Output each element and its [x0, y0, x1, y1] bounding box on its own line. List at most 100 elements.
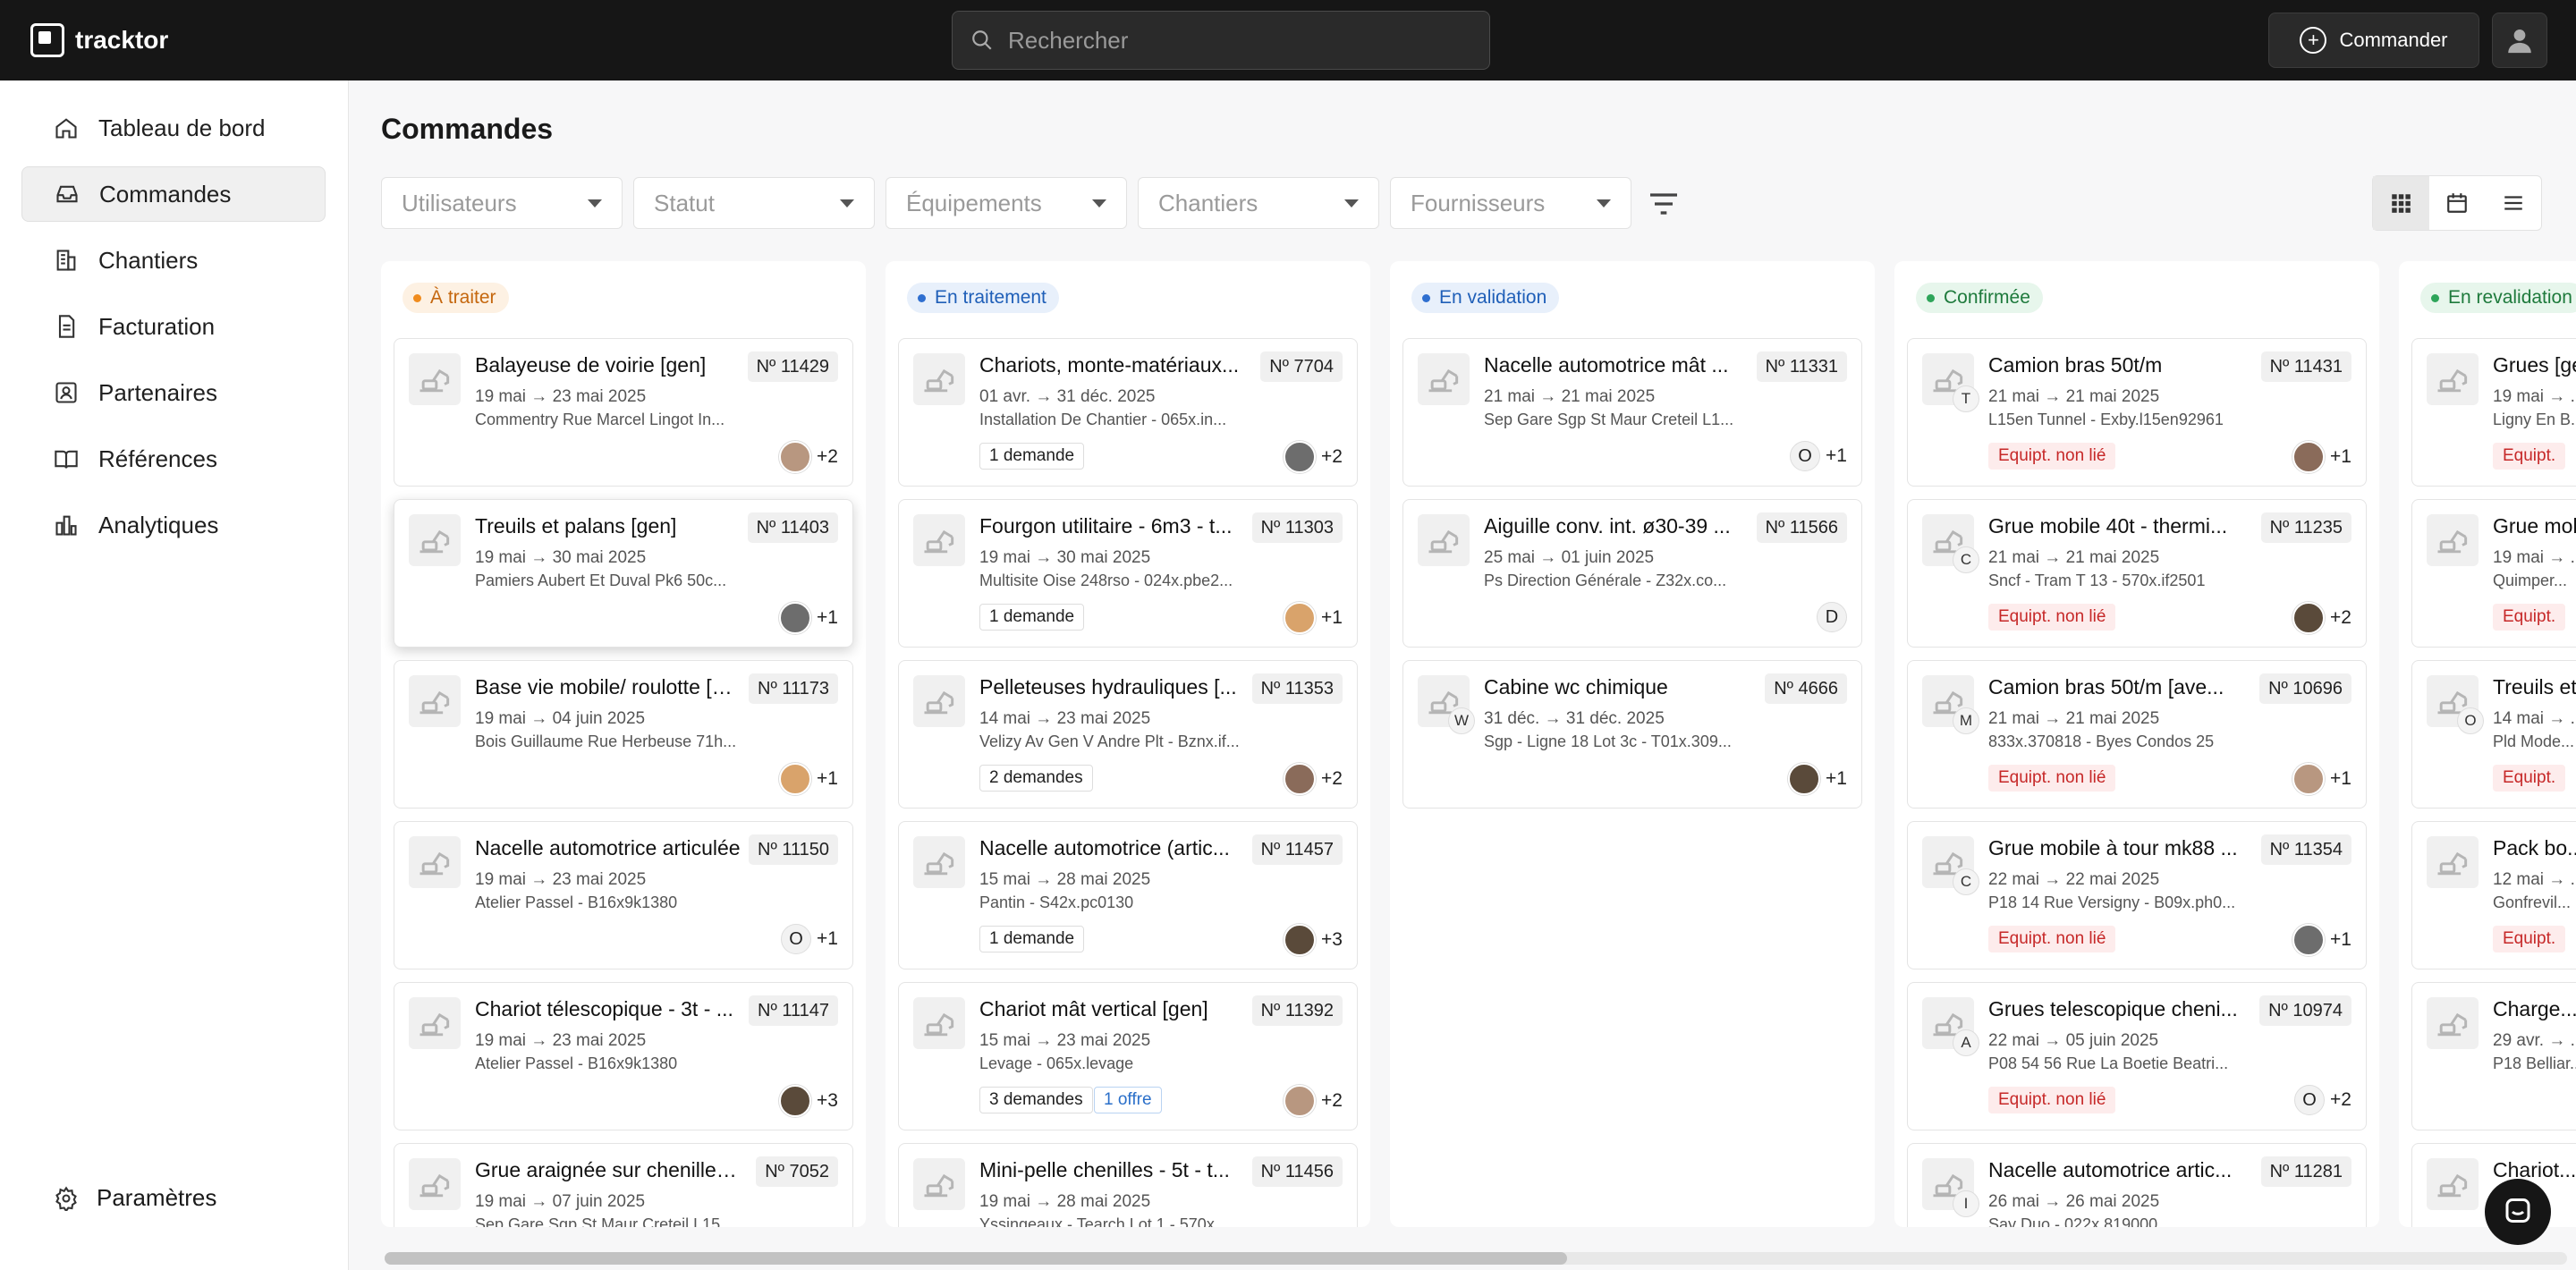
order-card[interactable]: Balayeuse de voirie [gen] Nº 11429 19 mai … — [394, 338, 853, 487]
order-card[interactable]: Aiguille conv. int. ø30-39 ... Nº 11566 25… — [1402, 499, 1862, 648]
view-toggle — [2372, 175, 2542, 231]
settings-label: Paramètres — [97, 1184, 217, 1211]
assignees[interactable]: +3 — [1284, 924, 1343, 956]
order-card[interactable]: Mini-pelle chenilles - 5t - t... Nº 11456… — [898, 1143, 1358, 1227]
list-view-button[interactable] — [2485, 176, 2541, 230]
status-label: À traiter — [430, 287, 496, 308]
assignees[interactable]: +2 — [1284, 763, 1343, 795]
order-card[interactable]: Chariot mât vertical [gen] Nº 11392 15 mai… — [898, 982, 1358, 1130]
caret-down-icon — [1597, 199, 1611, 207]
sidebar-item-orders[interactable]: Commandes — [21, 166, 326, 222]
assignees[interactable]: D — [1817, 602, 1847, 632]
user-menu-button[interactable] — [2492, 13, 2547, 68]
order-card[interactable]: A Grues telescopique cheni... Nº 10974 22 m… — [1907, 982, 2367, 1130]
filter-suppliers[interactable]: Fournisseurs — [1390, 177, 1631, 229]
sidebar-item-dashboard[interactable]: Tableau de bord — [21, 100, 326, 156]
assignees[interactable]: +2 — [1284, 441, 1343, 473]
assignees[interactable]: O +1 — [781, 924, 838, 954]
order-card[interactable]: Nacelle automotrice (artic... Nº 11457 15 … — [898, 821, 1358, 969]
equipment-thumbnail — [913, 353, 965, 405]
assignees[interactable]: +2 — [2292, 602, 2351, 634]
order-title: Cabine wc chimique — [1484, 675, 1668, 698]
assignees[interactable]: +1 — [1284, 602, 1343, 634]
order-card[interactable]: Fourgon utilitaire - 6m3 - t... Nº 11303 1… — [898, 499, 1358, 648]
brand-logo[interactable]: tracktor — [30, 23, 168, 57]
horizontal-scrollbar[interactable] — [385, 1252, 2567, 1265]
search-input[interactable] — [1008, 26, 1455, 55]
order-card[interactable]: Grues [gen] 19 mai → ... Ligny En B... Equi… — [2411, 338, 2576, 487]
search-bar[interactable] — [952, 11, 1490, 70]
order-title: Balayeuse de voirie [gen] — [475, 353, 707, 377]
assignees[interactable]: O +2 — [2294, 1085, 2351, 1115]
sidebar-item-references[interactable]: Références — [21, 431, 326, 487]
assignees[interactable]: O +1 — [1790, 441, 1847, 471]
filter-status[interactable]: Statut — [633, 177, 875, 229]
order-card[interactable]: I Nacelle automotrice artic... Nº 11281 26 … — [1907, 1143, 2367, 1227]
page-title: Commandes — [381, 113, 554, 145]
order-card[interactable]: Grue mobile 19 mai → ... Quimper... Equipt. — [2411, 499, 2576, 648]
sidebar-item-billing[interactable]: Facturation — [21, 299, 326, 354]
equipment-thumbnail — [1418, 353, 1470, 405]
order-card[interactable]: T Camion bras 50t/m Nº 11431 21 mai → 21 ma… — [1907, 338, 2367, 487]
extra-assignees-count: +2 — [817, 446, 838, 467]
assignees[interactable]: +1 — [2292, 441, 2351, 473]
order-card[interactable]: Treuils et palans [gen] Nº 11403 19 mai → … — [394, 499, 853, 648]
order-number-badge: Nº 7704 — [1260, 351, 1343, 382]
order-card[interactable]: O Treuils et ... 14 mai → ... Pld Mode... Eq… — [2411, 660, 2576, 809]
filter-equipment[interactable]: Équipements — [886, 177, 1127, 229]
chat-support-button[interactable] — [2485, 1179, 2551, 1245]
extra-assignees-count: +2 — [1321, 768, 1343, 789]
assignees[interactable]: +1 — [2292, 763, 2351, 795]
brand-name: tracktor — [75, 26, 169, 54]
equipment-thumbnail — [913, 997, 965, 1049]
order-location: Atelier Passel - B16x9k1380 — [475, 1054, 678, 1072]
order-title: Charge... — [2493, 997, 2576, 1020]
filter-sites[interactable]: Chantiers — [1138, 177, 1379, 229]
machine-icon — [924, 851, 954, 876]
order-card[interactable]: Pelleteuses hydrauliques [... Nº 11353 14 … — [898, 660, 1358, 809]
order-location: Pantin - S42x.pc0130 — [979, 893, 1134, 911]
order-card[interactable]: W Cabine wc chimique Nº 4666 31 déc. → 31 d… — [1402, 660, 1862, 809]
equipment-unlinked-tag: Equipt. non lié — [1988, 443, 2116, 470]
assignees[interactable]: +1 — [1788, 763, 1847, 795]
sidebar-item-analytics[interactable]: Analytiques — [21, 497, 326, 553]
calendar-view-button[interactable] — [2429, 176, 2486, 230]
grid-view-button[interactable] — [2373, 176, 2429, 230]
order-title: Mini-pelle chenilles - 5t - t... — [979, 1158, 1230, 1181]
order-title: Grues [gen] — [2493, 353, 2576, 377]
order-card[interactable]: Charge... 29 avr. → ... P18 Belliar... — [2411, 982, 2576, 1130]
order-card[interactable]: Pack bo... 12 mai → ... Gonfrevil... Equipt… — [2411, 821, 2576, 969]
order-card[interactable]: M Camion bras 50t/m [ave... Nº 10696 21 mai… — [1907, 660, 2367, 809]
scrollbar-thumb[interactable] — [385, 1252, 1567, 1265]
filter-users[interactable]: Utilisateurs — [381, 177, 623, 229]
order-location: Pld Mode... — [2493, 732, 2575, 750]
filter-icon[interactable] — [1646, 186, 1682, 222]
sidebar-item-sites[interactable]: Chantiers — [21, 233, 326, 288]
order-card[interactable]: Nacelle automotrice articulée Nº 11150 19 … — [394, 821, 853, 969]
sidebar-item-partners[interactable]: Partenaires — [21, 365, 326, 420]
order-card[interactable]: Chariots, monte-matériaux... Nº 7704 01 av… — [898, 338, 1358, 487]
assignees[interactable]: +1 — [779, 763, 838, 795]
assignees[interactable]: +2 — [779, 441, 838, 473]
assignees[interactable]: +1 — [2292, 924, 2351, 956]
order-card[interactable]: C Grue mobile 40t - thermi... Nº 11235 21 m… — [1907, 499, 2367, 648]
order-card[interactable]: Chariot télescopique - 3t - ... Nº 11147 1… — [394, 982, 853, 1130]
settings-link[interactable]: Paramètres — [54, 1184, 216, 1212]
sidebar-item-label: Commandes — [99, 180, 232, 207]
assignees[interactable]: +3 — [779, 1085, 838, 1117]
assignees[interactable]: +1 — [779, 602, 838, 634]
avatar: O — [2294, 1085, 2326, 1115]
order-card[interactable]: Base vie mobile/ roulotte [gen] Nº 11173 1… — [394, 660, 853, 809]
order-card[interactable]: Nacelle automotrice mât ... Nº 11331 21 ma… — [1402, 338, 1862, 487]
status-label: En validation — [1439, 287, 1547, 308]
status-dot — [2431, 293, 2439, 302]
order-button[interactable]: + Commander — [2268, 13, 2479, 68]
order-card[interactable]: C Grue mobile à tour mk88 ... Nº 11354 22 m… — [1907, 821, 2367, 969]
filter-label: Statut — [654, 189, 715, 216]
order-location: Say Duo - 022x.819000 — [1988, 1215, 2158, 1227]
avatar — [1788, 763, 1821, 795]
assignees[interactable]: +2 — [1284, 1085, 1343, 1117]
extra-assignees-count: +1 — [1826, 445, 1847, 466]
order-card[interactable]: Grue araignée sur chenilles... Nº 7052 19 … — [394, 1143, 853, 1227]
equipment-thumbnail — [409, 836, 461, 888]
